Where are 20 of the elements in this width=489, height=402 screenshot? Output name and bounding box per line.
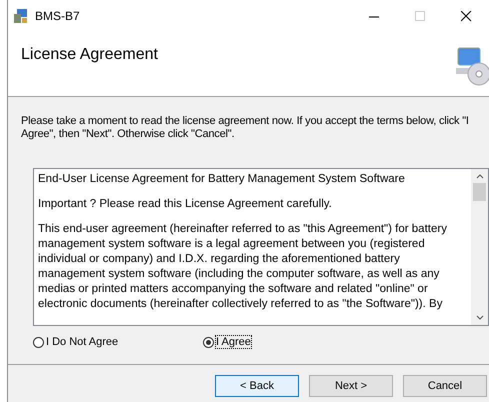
- page-title: License Agreement: [21, 46, 158, 65]
- instructions-text: Please take a moment to read the license agreement now. If you accept the terms below, click "I Agree", then "Next". Otherwise click "Cancel".: [21, 115, 470, 141]
- close-icon[interactable]: [460, 10, 472, 22]
- license-paragraph: This end-user agreement (hereinafter referred to as "this Agreement") for battery management system software is a legal agreement between you (registered individual or company) and I.D.X. regarding the aforementioned battery management system software (including the computer software, as well as any medias or printed matters accompanying the software and related "online" or electronic documents (hereinafter collectively referred to as "the Software")). By: [38, 222, 448, 312]
- next-button[interactable]: Next >: [309, 375, 393, 397]
- radio-label[interactable]: I Do Not Agree: [46, 336, 118, 348]
- license-paragraph: End-User License Agreement for Battery Management System Software: [38, 172, 406, 187]
- scroll-thumb[interactable]: [473, 183, 486, 201]
- cancel-button[interactable]: Cancel: [403, 375, 487, 397]
- license-text-area[interactable]: [33, 168, 489, 326]
- window-title: BMS-B7: [35, 9, 81, 23]
- scrollbar[interactable]: [471, 169, 488, 325]
- installer-icon: [13, 8, 29, 24]
- radio-label[interactable]: I Agree: [216, 336, 251, 348]
- radio-button[interactable]: [203, 336, 214, 348]
- back-button[interactable]: < Back: [215, 375, 299, 397]
- radio-button[interactable]: [33, 336, 44, 348]
- scroll-down-icon[interactable]: [476, 313, 484, 321]
- scroll-up-icon[interactable]: [476, 173, 484, 181]
- license-paragraph: Important ? Please read this License Agreement carefully.: [38, 197, 333, 212]
